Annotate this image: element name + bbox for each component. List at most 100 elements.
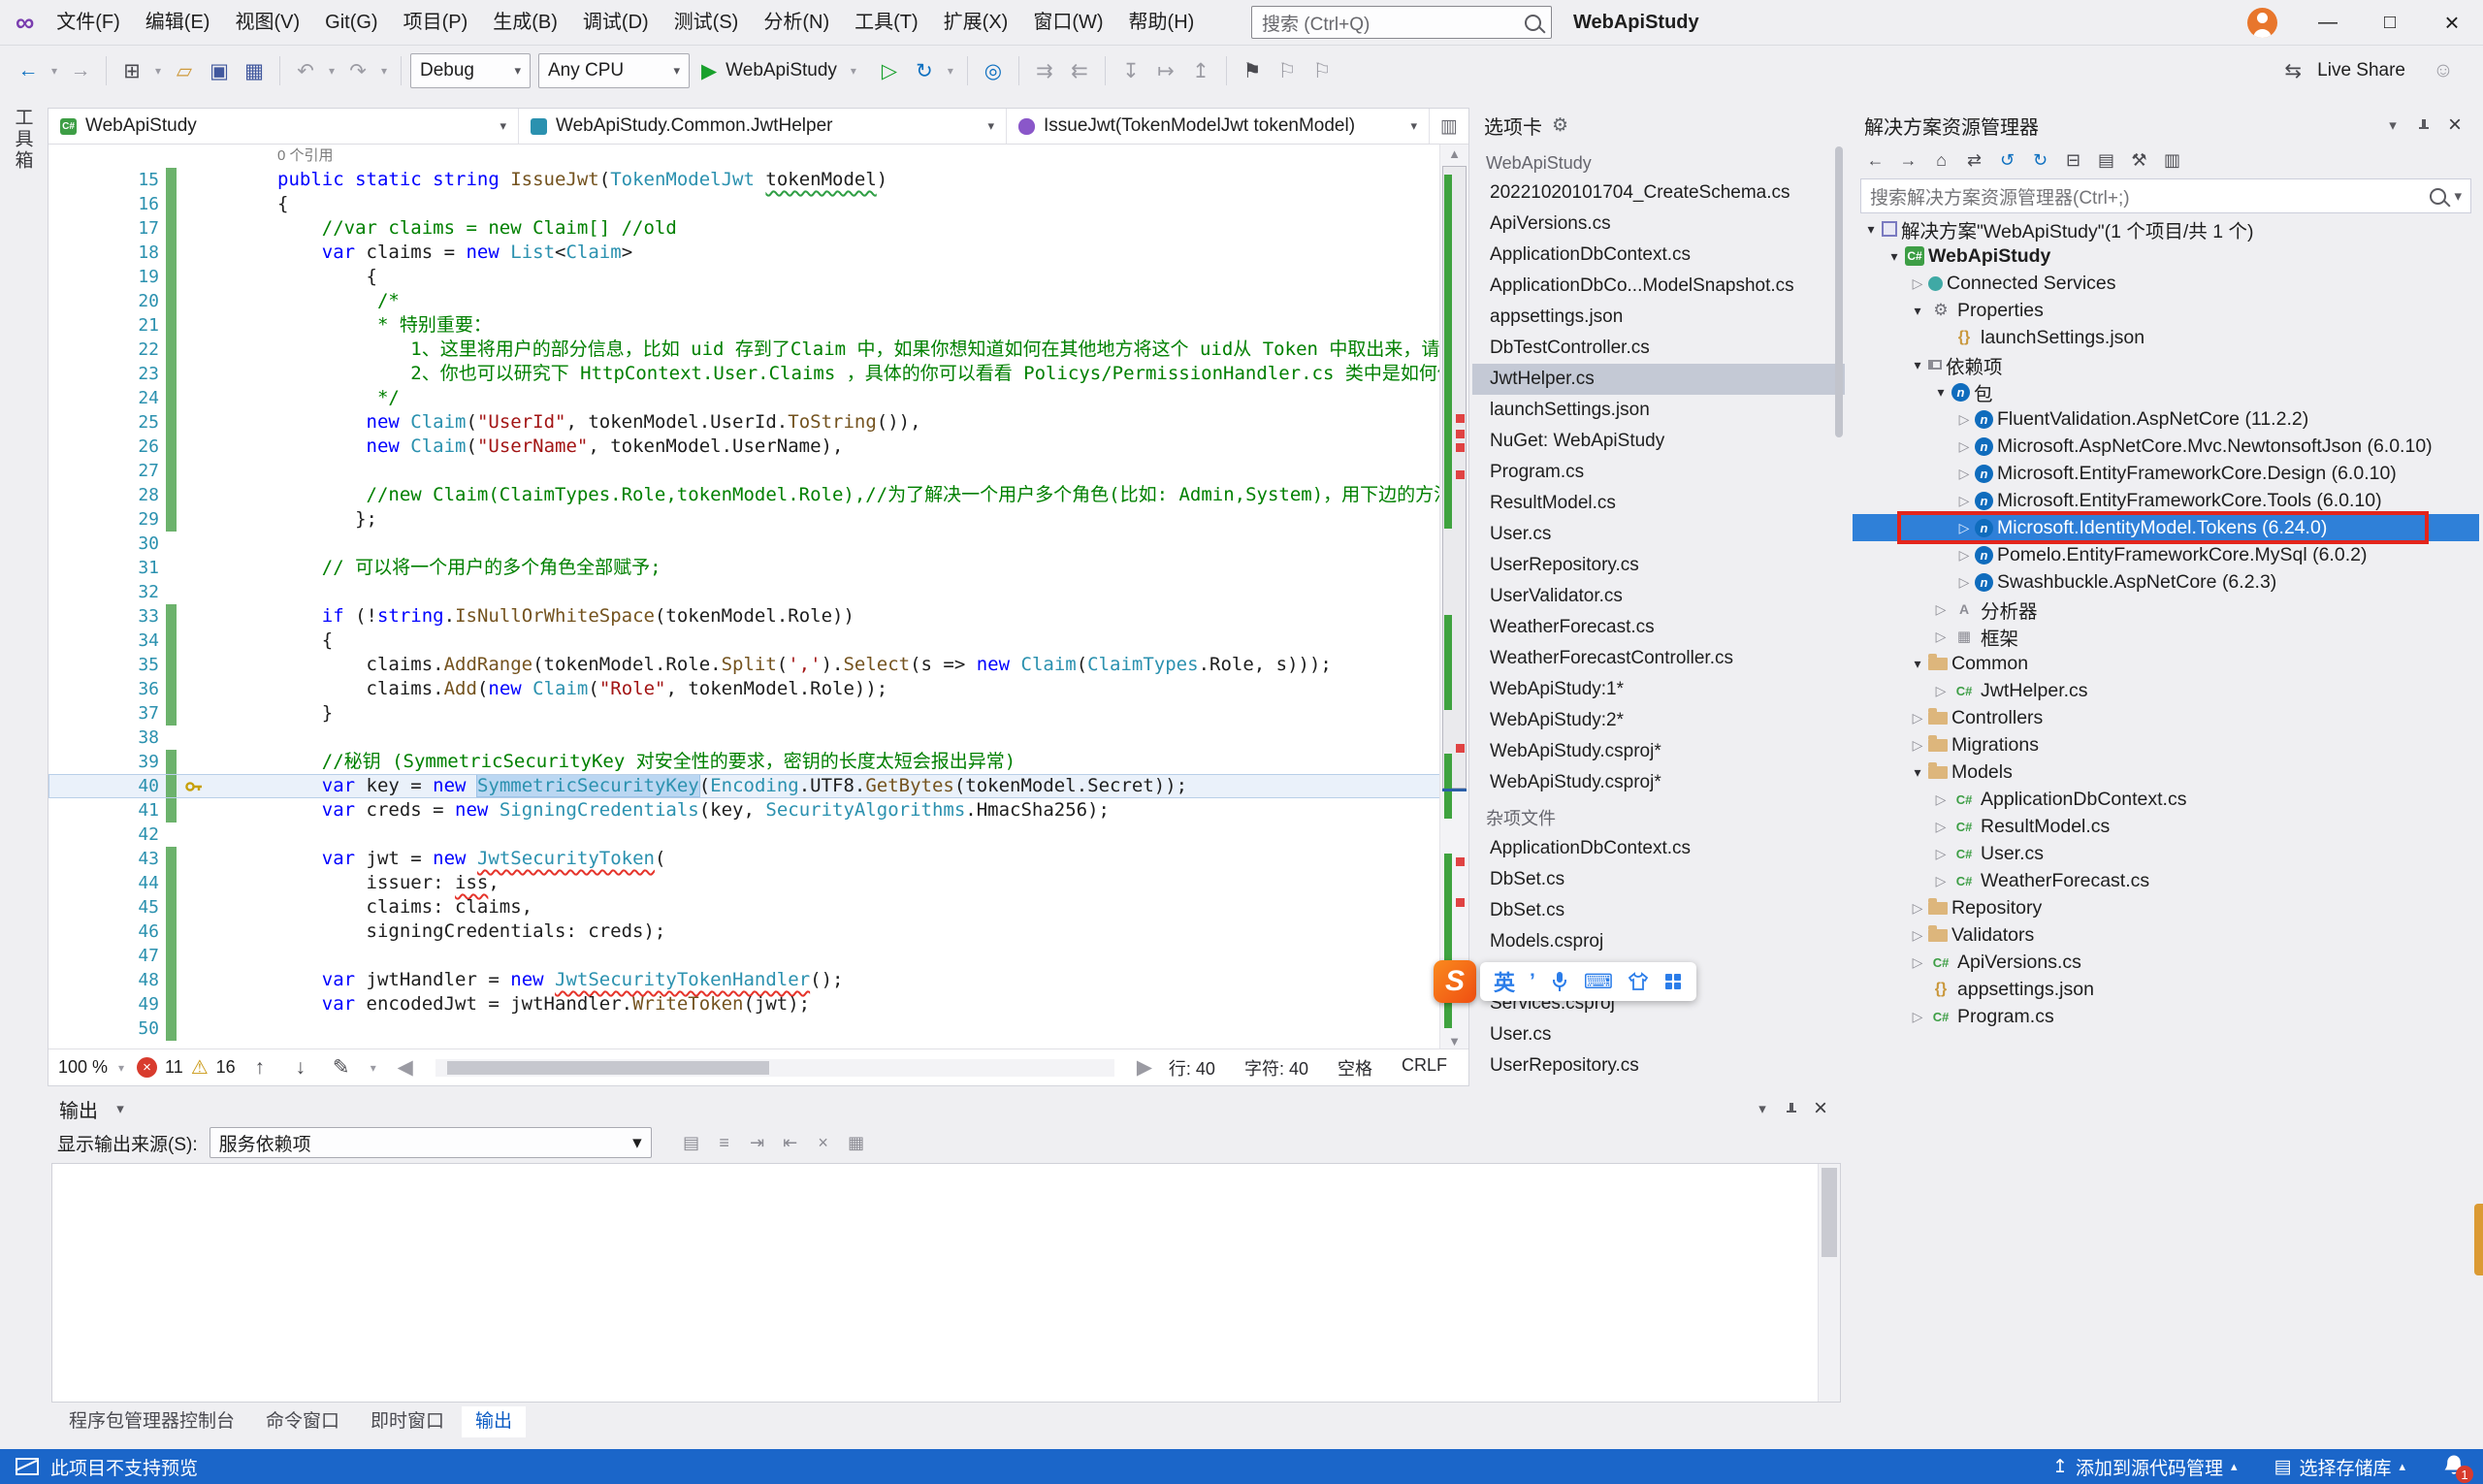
- editor-vscroll[interactable]: ▲ ▼: [1439, 145, 1468, 1050]
- collapse-all-icon[interactable]: ⊟: [2058, 145, 2088, 175]
- show-next-statement-icon[interactable]: ⇉: [1028, 53, 1061, 88]
- forward-icon[interactable]: →: [1893, 145, 1923, 175]
- window-menu-icon[interactable]: ▾: [2380, 116, 2405, 134]
- doc-tab[interactable]: DbSet.cs: [1472, 864, 1845, 895]
- output-content[interactable]: [51, 1163, 1841, 1403]
- keyboard-icon[interactable]: ⌨: [1584, 970, 1613, 994]
- menu-item-4[interactable]: 项目(P): [391, 0, 481, 45]
- hot-reload-dropdown-icon[interactable]: ▾: [943, 53, 958, 88]
- tool-window-tab-1[interactable]: 命令窗口: [252, 1406, 353, 1437]
- code-line-23[interactable]: 23 2、你也可以研究下 HttpContext.User.Claims ，具体…: [48, 362, 1440, 386]
- open-file-icon[interactable]: ▱: [168, 53, 201, 88]
- code-line-21[interactable]: 21 * 特别重要：: [48, 313, 1440, 338]
- doc-tab[interactable]: ApplicationDbContext.cs: [1472, 240, 1845, 271]
- tree-item[interactable]: ▷Connected Services: [1853, 270, 2479, 297]
- add-to-source-control-button[interactable]: ↥ 添加到源代码管理 ▴: [2052, 1454, 2237, 1480]
- save-icon[interactable]: ▣: [203, 53, 236, 88]
- edge-scrollbar-thumb[interactable]: [2474, 1204, 2483, 1275]
- tree-item[interactable]: {}appsettings.json: [1853, 976, 2479, 1003]
- expander-icon[interactable]: ▷: [1907, 737, 1928, 754]
- menu-item-5[interactable]: 生成(B): [480, 0, 570, 45]
- close-icon[interactable]: ×: [2442, 112, 2467, 139]
- menu-item-8[interactable]: 分析(N): [751, 0, 842, 45]
- code-line-33[interactable]: 33 if (!string.IsNullOrWhiteSpace(tokenM…: [48, 604, 1440, 629]
- code-line-49[interactable]: 49 var encodedJwt = jwtHandler.WriteToke…: [48, 992, 1440, 1016]
- code-line-34[interactable]: 34 {: [48, 629, 1440, 653]
- code-line-29[interactable]: 29 };: [48, 507, 1440, 532]
- tabs-scrollbar-thumb[interactable]: [1835, 146, 1843, 437]
- ime-toolbar[interactable]: S 英 ’ ⌨: [1434, 959, 1696, 1004]
- code-line-17[interactable]: 17 //var claims = new Claim[] //old: [48, 216, 1440, 241]
- code-line-30[interactable]: 30: [48, 532, 1440, 556]
- maximize-button[interactable]: □: [2359, 0, 2421, 45]
- configuration-select[interactable]: Debug ▾: [410, 53, 531, 88]
- undo-dropdown-icon[interactable]: ▾: [324, 53, 339, 88]
- doc-tab[interactable]: WebApiStudy:1*: [1472, 674, 1845, 705]
- undo-icon[interactable]: ↶: [289, 53, 322, 88]
- messages-list-icon[interactable]: ▤: [677, 1129, 706, 1156]
- code-line-32[interactable]: 32: [48, 580, 1440, 604]
- scroll-up-icon[interactable]: ▲: [1440, 146, 1468, 161]
- show-all-files-icon[interactable]: ▤: [2091, 145, 2121, 175]
- scroll-down-icon[interactable]: ▼: [1440, 1034, 1468, 1048]
- code-line-19[interactable]: 19 {: [48, 265, 1440, 289]
- doc-tab[interactable]: UserValidator.cs: [1472, 581, 1845, 612]
- menu-item-7[interactable]: 测试(S): [661, 0, 752, 45]
- doc-tab[interactable]: WeatherForecast.cs: [1472, 612, 1845, 643]
- doc-tab[interactable]: DbSet.cs: [1472, 895, 1845, 926]
- expander-icon[interactable]: ▷: [1930, 791, 1951, 808]
- expander-icon[interactable]: ▷: [1953, 520, 1975, 536]
- new-project-dropdown-icon[interactable]: ▾: [150, 53, 166, 88]
- code-line-28[interactable]: 28 //new Claim(ClaimTypes.Role,tokenMode…: [48, 483, 1440, 507]
- home-icon[interactable]: ⌂: [1926, 145, 1956, 175]
- scroll-left-icon[interactable]: ◀: [389, 1050, 422, 1085]
- menu-item-9[interactable]: 工具(T): [842, 0, 931, 45]
- tree-item[interactable]: ▷C#ApiVersions.cs: [1853, 949, 2479, 976]
- code-line-46[interactable]: 46 signingCredentials: creds);: [48, 919, 1440, 944]
- show-threads-icon[interactable]: ⇇: [1063, 53, 1096, 88]
- tree-item[interactable]: ▷nFluentValidation.AspNetCore (11.2.2): [1853, 405, 2479, 433]
- expander-icon[interactable]: ▷: [1953, 466, 1975, 482]
- skin-shirt-icon[interactable]: [1628, 972, 1649, 991]
- expander-icon[interactable]: ▷: [1953, 438, 1975, 455]
- code-line-39[interactable]: 39 //秘钥 (SymmetricSecurityKey 对安全性的要求，密钥…: [48, 750, 1440, 774]
- close-button[interactable]: ×: [2421, 0, 2483, 45]
- back-icon[interactable]: ←: [1860, 145, 1890, 175]
- navigate-back-icon[interactable]: ←: [12, 53, 45, 88]
- code-line-15[interactable]: 15public static string IssueJwt(TokenMod…: [48, 168, 1440, 192]
- live-share-icon[interactable]: ⇆: [2276, 53, 2309, 88]
- go-to-next-message-icon[interactable]: ⇥: [743, 1129, 772, 1156]
- tree-item[interactable]: ▷nSwashbuckle.AspNetCore (6.2.3): [1853, 568, 2479, 596]
- find-message-icon[interactable]: ≡: [710, 1129, 739, 1156]
- select-repository-button[interactable]: ▤ 选择存储库 ▴: [2274, 1454, 2406, 1480]
- menu-item-0[interactable]: 文件(F): [44, 0, 133, 45]
- punctuation-icon[interactable]: ’: [1530, 970, 1535, 993]
- expander-icon[interactable]: ▾: [1907, 303, 1928, 319]
- doc-tab[interactable]: User.cs: [1472, 519, 1845, 550]
- menu-item-6[interactable]: 调试(D): [570, 0, 661, 45]
- expander-icon[interactable]: ▷: [1930, 601, 1951, 618]
- step-over-icon[interactable]: ↦: [1149, 53, 1182, 88]
- error-icon[interactable]: ×: [137, 1057, 157, 1078]
- menu-item-1[interactable]: 编辑(E): [133, 0, 223, 45]
- tree-item[interactable]: ▷C#Program.cs: [1853, 1003, 2479, 1030]
- code-line-41[interactable]: 41 var creds = new SigningCredentials(ke…: [48, 798, 1440, 823]
- quick-action-key-icon[interactable]: [184, 777, 204, 796]
- tree-item[interactable]: ▷C#ApplicationDbContext.cs: [1853, 786, 2479, 813]
- next-issue-icon[interactable]: ↓: [284, 1050, 317, 1085]
- doc-tab[interactable]: UserRepository.cs: [1472, 550, 1845, 581]
- code-line-42[interactable]: 42: [48, 823, 1440, 847]
- doc-tab[interactable]: DbTestController.cs: [1472, 333, 1845, 364]
- switch-views-icon[interactable]: ⇄: [1959, 145, 1989, 175]
- step-out-icon[interactable]: ↥: [1184, 53, 1217, 88]
- prev-issue-icon[interactable]: ↑: [243, 1050, 276, 1085]
- tree-item[interactable]: ▷C#WeatherForecast.cs: [1853, 867, 2479, 894]
- expander-icon[interactable]: ▾: [1907, 357, 1928, 373]
- code-line-22[interactable]: 22 1、这里将用户的部分信息，比如 uid 存到了Claim 中，如果你想知道…: [48, 338, 1440, 362]
- tree-item[interactable]: ▷nMicrosoft.EntityFrameworkCore.Tools (6…: [1853, 487, 2479, 514]
- expander-icon[interactable]: ▷: [1907, 1009, 1928, 1025]
- sogou-logo-icon[interactable]: S: [1434, 960, 1476, 1003]
- expander-icon[interactable]: ▾: [1907, 656, 1928, 672]
- doc-tab[interactable]: UserRepository.cs: [1472, 1050, 1845, 1081]
- code-editor[interactable]: 0 个引用15public static string IssueJwt(Tok…: [48, 145, 1468, 1050]
